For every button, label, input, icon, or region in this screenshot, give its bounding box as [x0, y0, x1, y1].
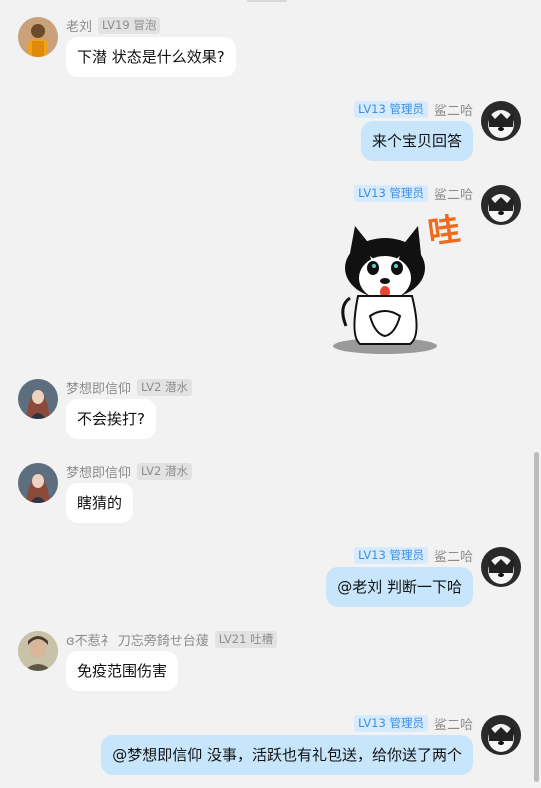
sender-meta: LV13 管理员 鲨二哈: [354, 714, 473, 733]
level-badge: LV13 管理员: [354, 184, 428, 202]
avatar-shaerha[interactable]: [481, 715, 521, 755]
sender-name: 鲨二哈: [433, 187, 473, 203]
level-badge: LV2 潜水: [137, 462, 192, 480]
avatar-laoliu[interactable]: [18, 17, 58, 57]
message-bubble[interactable]: 下潜 状态是什么效果?: [66, 37, 236, 77]
role-text: 管理员: [389, 185, 424, 200]
avatar-shaerha[interactable]: [481, 101, 521, 141]
sender-meta: 梦想即信仰 LV2 潜水: [66, 378, 192, 397]
avatar-burebu[interactable]: [18, 631, 58, 671]
message-bubble[interactable]: 来个宝贝回答: [360, 121, 473, 161]
sender-meta: 老刘 LV19 冒泡: [66, 16, 161, 35]
sender-meta: LV13 管理员 鲨二哈: [354, 546, 473, 565]
level-badge: LV13 管理员: [354, 100, 428, 118]
sender-name: 梦想即信仰: [66, 381, 132, 397]
role-text: 冒泡: [133, 17, 157, 32]
top-edge-indicator: [247, 0, 287, 2]
sender-name: 鲨二哈: [433, 103, 473, 119]
level-text: LV19: [102, 17, 130, 32]
level-text: LV13: [358, 715, 386, 730]
level-badge: LV13 管理员: [354, 546, 428, 564]
sender-name: 鲨二哈: [433, 717, 473, 733]
role-text: 管理员: [389, 547, 424, 562]
level-text: LV2: [141, 463, 162, 478]
husky-sticker[interactable]: 哇: [330, 206, 472, 358]
message-bubble[interactable]: @梦想即信仰 没事，活跃也有礼包送，给你送了两个: [101, 735, 473, 775]
role-text: 管理员: [389, 101, 424, 116]
sender-meta: ɞ不惹礻 刀忘旁錡せ台蕿 LV21 吐槽: [66, 630, 278, 649]
message-bubble[interactable]: 不会挨打?: [66, 399, 156, 439]
level-badge: LV13 管理员: [354, 714, 428, 732]
level-text: LV21: [218, 631, 247, 646]
sender-name: ɞ不惹礻 刀忘旁錡せ台蕿: [66, 633, 209, 649]
avatar-shaerha[interactable]: [481, 547, 521, 587]
level-badge: LV2 潜水: [137, 378, 192, 396]
message-bubble[interactable]: 瞎猜的: [66, 483, 134, 523]
sender-name: 老刘: [66, 19, 93, 35]
level-text: LV13: [358, 547, 386, 562]
sender-name: 梦想即信仰: [66, 465, 132, 481]
sender-meta: LV13 管理员 鲨二哈: [354, 184, 473, 203]
avatar-mengxiang[interactable]: [18, 463, 58, 503]
sender-meta: LV13 管理员 鲨二哈: [354, 100, 473, 119]
sender-meta: 梦想即信仰 LV2 潜水: [66, 462, 192, 481]
role-text: 吐槽: [250, 631, 274, 646]
message-bubble[interactable]: @老刘 判断一下哈: [326, 567, 473, 607]
sender-name: 鲨二哈: [433, 549, 473, 565]
message-bubble[interactable]: 免疫范围伤害: [66, 651, 179, 691]
level-badge: LV19 冒泡: [98, 16, 161, 34]
role-text: 潜水: [165, 463, 188, 478]
level-text: LV13: [358, 101, 386, 116]
sticker-text: 哇: [426, 210, 463, 252]
level-text: LV2: [141, 379, 162, 394]
role-text: 潜水: [165, 379, 188, 394]
avatar-mengxiang[interactable]: [18, 379, 58, 419]
role-text: 管理员: [389, 715, 424, 730]
level-text: LV13: [358, 185, 386, 200]
level-badge: LV21 吐槽: [214, 630, 278, 648]
avatar-shaerha[interactable]: [481, 185, 521, 225]
scrollbar-thumb[interactable]: [534, 452, 539, 782]
